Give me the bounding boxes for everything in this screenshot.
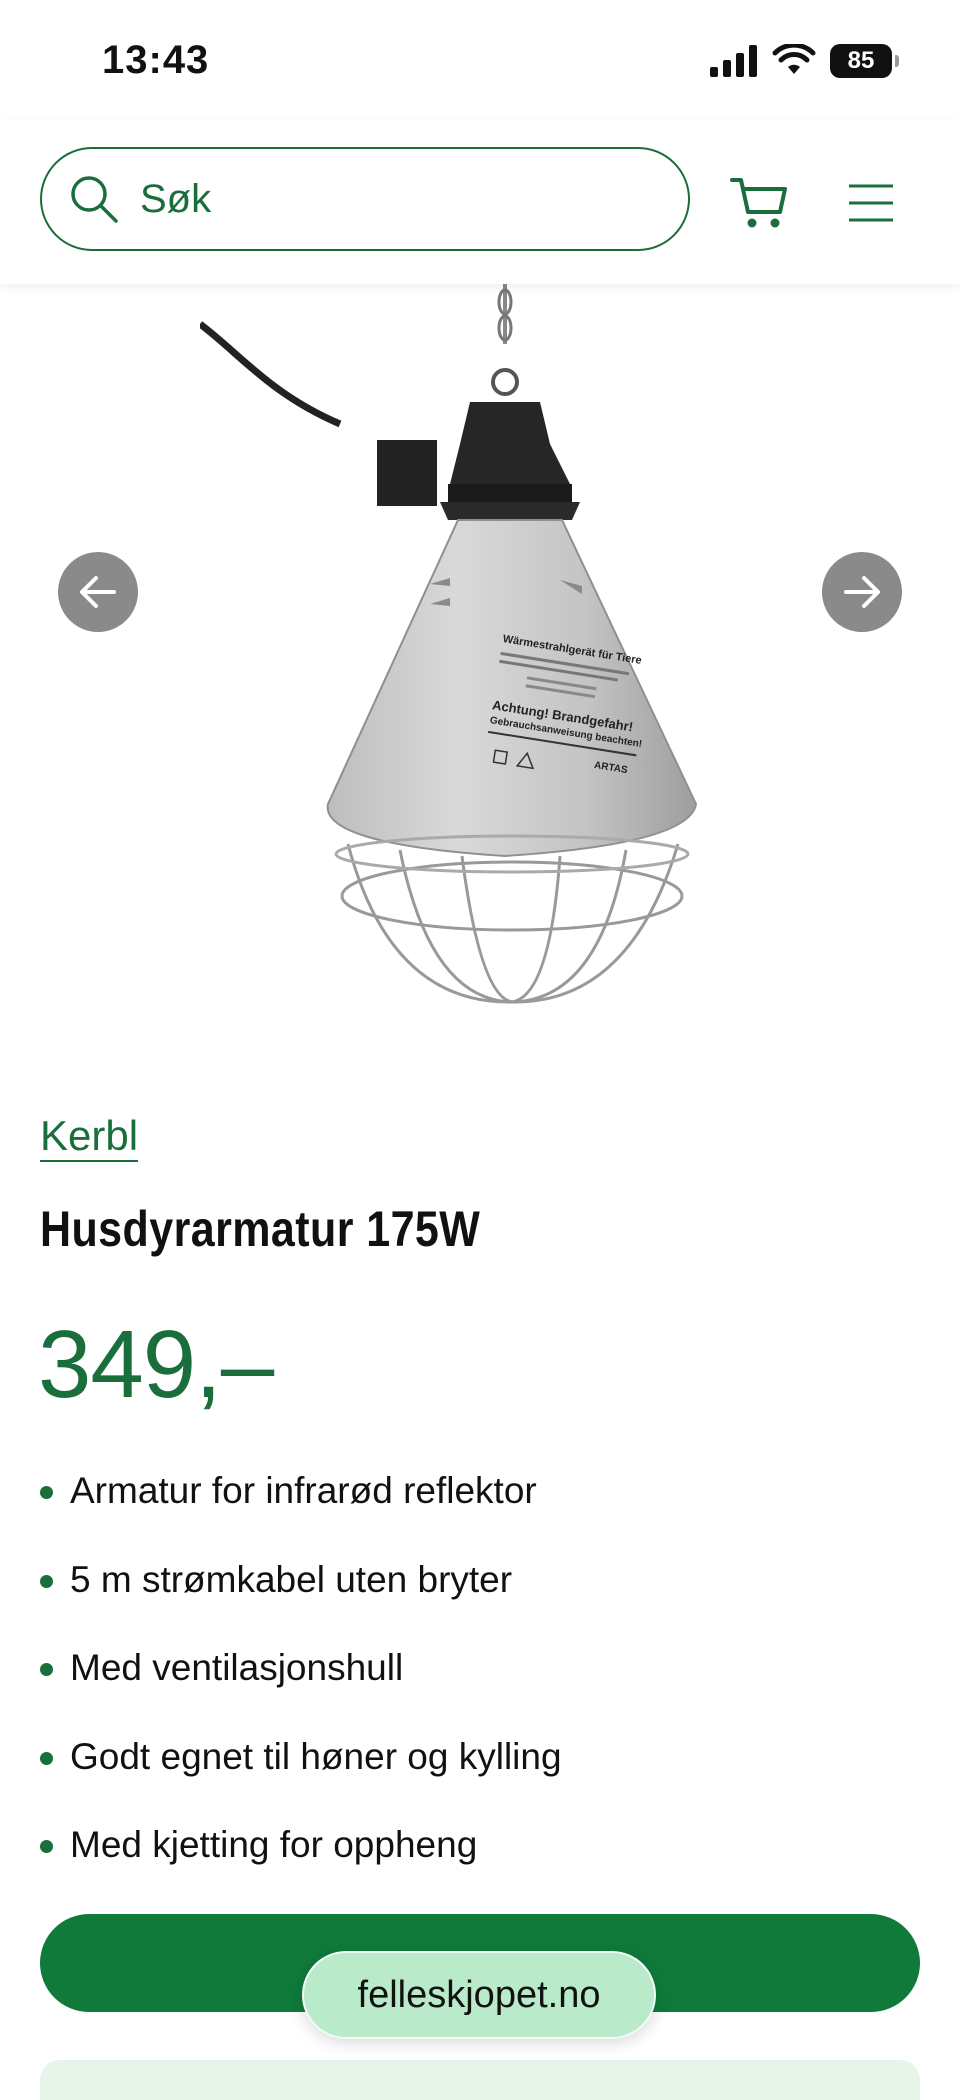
battery-icon: 85 [830, 44, 899, 78]
product-title: Husdyrarmatur 175W [40, 1201, 481, 1257]
cellular-signal-icon [710, 45, 757, 77]
wifi-icon [772, 44, 816, 74]
site-header: Søk [0, 120, 960, 284]
status-icons: 85 [710, 44, 899, 78]
bottom-panel [40, 2060, 920, 2100]
previous-image-button[interactable] [58, 552, 138, 632]
feature-item: 5 m strømkabel uten bryter [40, 1555, 562, 1644]
search-placeholder: Søk [140, 176, 212, 221]
menu-icon[interactable] [846, 178, 896, 228]
feature-item: Godt egnet til høner og kylling [40, 1732, 562, 1821]
browser-url: felleskjopet.no [357, 1973, 601, 2016]
browser-address-bar[interactable]: felleskjopet.no [302, 1951, 656, 2039]
brand-link[interactable]: Kerbl [40, 1112, 138, 1160]
status-bar: 13:43 85 [0, 0, 960, 120]
product-gallery: Wärmestrahlgerät für Tiere Achtung! Bran… [0, 284, 960, 1044]
product-image: Wärmestrahlgerät für Tiere Achtung! Bran… [200, 284, 698, 1004]
product-price: 349,– [38, 1311, 274, 1418]
battery-level: 85 [847, 47, 875, 74]
arrow-right-icon [844, 576, 880, 608]
arrow-left-icon [80, 576, 116, 608]
search-input[interactable]: Søk [40, 147, 690, 251]
feature-item: Med kjetting for oppheng [40, 1820, 562, 1909]
cart-icon[interactable] [728, 172, 790, 234]
status-time: 13:43 [102, 38, 210, 82]
feature-item: Armatur for infrarød reflektor [40, 1466, 562, 1555]
feature-item: Med ventilasjonshull [40, 1643, 562, 1732]
feature-list: Armatur for infrarød reflektor 5 m strøm… [40, 1466, 562, 1909]
search-icon [71, 176, 118, 223]
next-image-button[interactable] [822, 552, 902, 632]
